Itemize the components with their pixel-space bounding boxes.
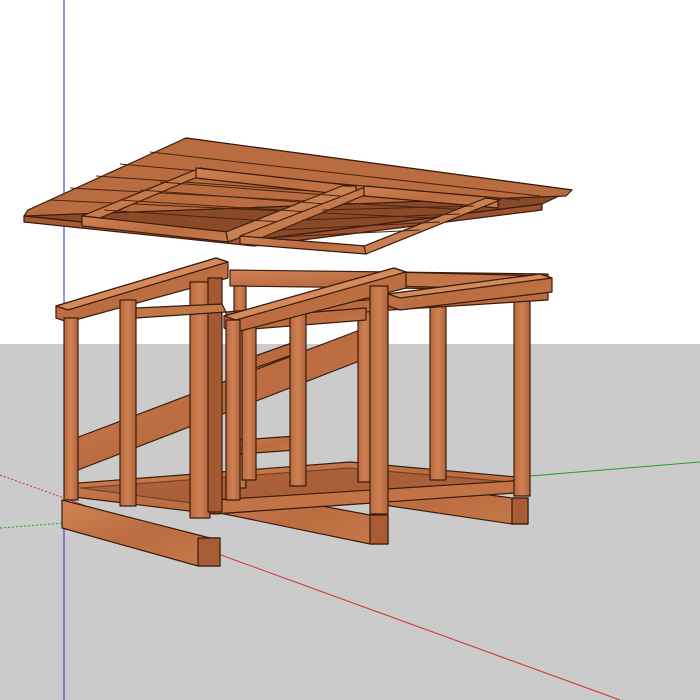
sketchup-viewport[interactable] xyxy=(0,0,700,700)
shed-model-canvas[interactable] xyxy=(0,0,700,700)
